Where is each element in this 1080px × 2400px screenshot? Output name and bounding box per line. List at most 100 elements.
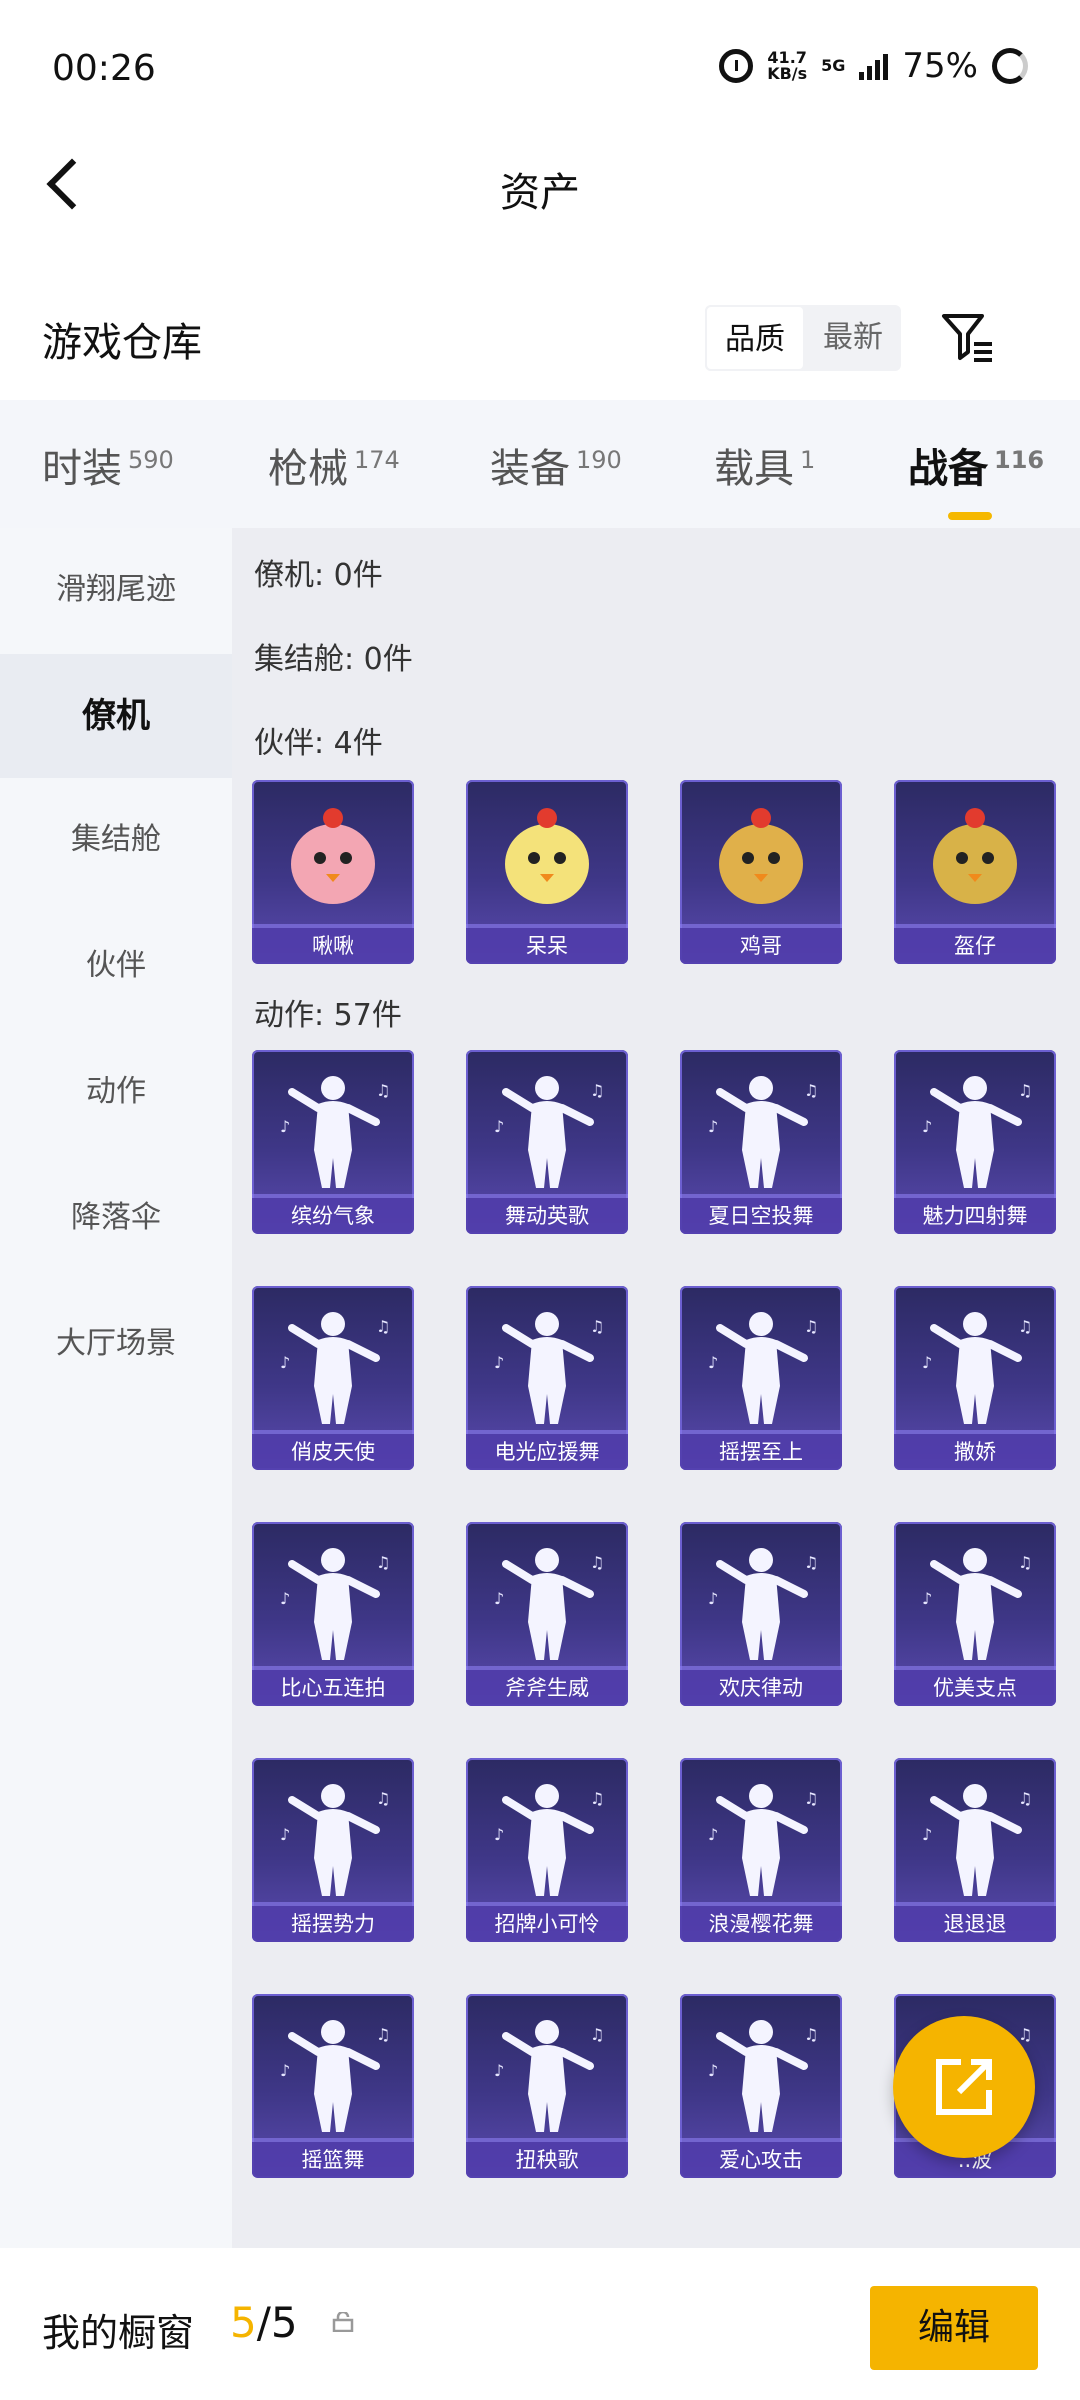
showcase-label: 我的橱窗 bbox=[42, 2311, 195, 2355]
tab-fashion[interactable]: 时装 590 bbox=[42, 436, 174, 494]
tab-vehicle[interactable]: 载具 1 bbox=[714, 436, 815, 494]
action-card[interactable]: ♪ ♫ 爱心攻击 bbox=[680, 1994, 842, 2178]
svg-text:♪: ♪ bbox=[280, 2061, 290, 2080]
filter-icon[interactable] bbox=[940, 312, 996, 364]
showcase-count-current: 5 bbox=[230, 2298, 257, 2347]
sidebar: 滑翔尾迹 僚机 集结舱 伙伴 动作 降落伞 大厅场景 bbox=[0, 528, 232, 2248]
action-card[interactable]: ♪ ♫ 摇摆至上 bbox=[680, 1286, 842, 1470]
svg-text:♫: ♫ bbox=[1018, 1553, 1032, 1572]
dance-figure-icon: ♪♫ bbox=[708, 1076, 818, 1188]
partner-figure-icon bbox=[933, 808, 1017, 904]
sidebar-item-wingman[interactable]: 僚机 bbox=[0, 654, 232, 778]
signal-icon bbox=[859, 52, 889, 80]
partner-card[interactable]: 啾啾 bbox=[252, 780, 414, 964]
svg-text:♫: ♫ bbox=[376, 1081, 390, 1100]
svg-text:♫: ♫ bbox=[1018, 1789, 1032, 1808]
share-fab[interactable] bbox=[893, 2016, 1035, 2158]
sort-quality-button[interactable]: 品质 bbox=[705, 305, 805, 371]
card-label: 啾啾 bbox=[252, 928, 414, 964]
edit-button[interactable]: 编辑 bbox=[870, 2286, 1038, 2370]
net-speed-unit: KB/s bbox=[767, 64, 808, 83]
card-label: 撒娇 bbox=[894, 1434, 1056, 1470]
tab-label: 载具 bbox=[714, 446, 794, 492]
card-label: 俏皮天使 bbox=[252, 1434, 414, 1470]
svg-text:♪: ♪ bbox=[708, 2061, 718, 2080]
dance-figure-icon: ♪♫ bbox=[280, 1076, 390, 1188]
partner-card[interactable]: 鸡哥 bbox=[680, 780, 842, 964]
sidebar-item-parachute[interactable]: 降落伞 bbox=[0, 1156, 232, 1280]
showcase-bar: 我的橱窗 5/5 编辑 bbox=[0, 2250, 1080, 2400]
action-card[interactable]: ♪ ♫ 招牌小可怜 bbox=[466, 1758, 628, 1942]
card-label: 斧斧生威 bbox=[466, 1670, 628, 1706]
tab-count: 1 bbox=[800, 445, 816, 474]
action-card[interactable]: ♪ ♫ 退退退 bbox=[894, 1758, 1056, 1942]
svg-text:♫: ♫ bbox=[804, 1789, 818, 1808]
dance-figure-icon: ♪♫ bbox=[280, 1548, 390, 1660]
group-partner-title: 伙伴: 4件 bbox=[254, 726, 383, 761]
status-icons: 41.7 KB/s 5G 75% bbox=[719, 46, 1028, 86]
tab-equipment[interactable]: 装备 190 bbox=[490, 436, 622, 494]
card-label: 扭秧歌 bbox=[466, 2142, 628, 2178]
action-card[interactable]: ♪ ♫ 欢庆律动 bbox=[680, 1522, 842, 1706]
svg-text:♪: ♪ bbox=[708, 1825, 718, 1844]
sidebar-item-action[interactable]: 动作 bbox=[0, 1030, 232, 1154]
action-card[interactable]: ♪ ♫ 撒娇 bbox=[894, 1286, 1056, 1470]
card-label: 呆呆 bbox=[466, 928, 628, 964]
battery-percent: 75% bbox=[902, 46, 978, 86]
tab-count: 190 bbox=[576, 445, 622, 474]
action-card[interactable]: ♪ ♫ 扭秧歌 bbox=[466, 1994, 628, 2178]
dance-figure-icon: ♪♫ bbox=[280, 1784, 390, 1896]
partner-card[interactable]: 呆呆 bbox=[466, 780, 628, 964]
action-card[interactable]: ♪ ♫ 舞动英歌 bbox=[466, 1050, 628, 1234]
partner-figure-icon bbox=[505, 808, 589, 904]
action-card[interactable]: ♪ ♫ 电光应援舞 bbox=[466, 1286, 628, 1470]
showcase-count-total: /5 bbox=[256, 2298, 298, 2347]
tab-label: 战备 bbox=[908, 446, 988, 492]
action-card[interactable]: ♪ ♫ 魅力四射舞 bbox=[894, 1050, 1056, 1234]
svg-text:♫: ♫ bbox=[804, 2025, 818, 2044]
sidebar-item-glide-trail[interactable]: 滑翔尾迹 bbox=[0, 528, 232, 652]
dance-figure-icon: ♪♫ bbox=[494, 1312, 604, 1424]
sort-latest-button[interactable]: 最新 bbox=[805, 305, 901, 371]
svg-text:♫: ♫ bbox=[1018, 2025, 1032, 2044]
tab-label: 枪械 bbox=[268, 446, 348, 492]
action-card[interactable]: ♪ ♫ 缤纷气象 bbox=[252, 1050, 414, 1234]
tab-count: 590 bbox=[128, 445, 174, 474]
card-label: 招牌小可怜 bbox=[466, 1906, 628, 1942]
dance-figure-icon: ♪♫ bbox=[494, 1548, 604, 1660]
action-card[interactable]: ♪ ♫ 比心五连拍 bbox=[252, 1522, 414, 1706]
svg-text:♪: ♪ bbox=[494, 1353, 504, 1372]
card-label: 摇摆至上 bbox=[680, 1434, 842, 1470]
sidebar-item-pod[interactable]: 集结舱 bbox=[0, 778, 232, 902]
card-label: 优美支点 bbox=[894, 1670, 1056, 1706]
status-time: 00:26 bbox=[52, 48, 156, 89]
svg-text:♪: ♪ bbox=[494, 1117, 504, 1136]
partner-figure-icon bbox=[719, 808, 803, 904]
card-label: 退退退 bbox=[894, 1906, 1056, 1942]
partner-card[interactable]: 盔仔 bbox=[894, 780, 1056, 964]
sidebar-item-partner[interactable]: 伙伴 bbox=[0, 904, 232, 1028]
action-card[interactable]: ♪ ♫ 优美支点 bbox=[894, 1522, 1056, 1706]
svg-text:♫: ♫ bbox=[376, 1789, 390, 1808]
tab-count: 174 bbox=[354, 445, 400, 474]
svg-text:♫: ♫ bbox=[376, 1553, 390, 1572]
svg-text:♪: ♪ bbox=[708, 1589, 718, 1608]
action-card[interactable]: ♪ ♫ 浪漫樱花舞 bbox=[680, 1758, 842, 1942]
action-card[interactable]: ♪ ♫ 摇摆势力 bbox=[252, 1758, 414, 1942]
warehouse-title: 游戏仓库 bbox=[42, 320, 202, 366]
dance-figure-icon: ♪♫ bbox=[494, 1076, 604, 1188]
svg-text:♪: ♪ bbox=[922, 1117, 932, 1136]
header: 资产 bbox=[0, 140, 1080, 230]
action-card[interactable]: ♪ ♫ 俏皮天使 bbox=[252, 1286, 414, 1470]
tab-readiness[interactable]: 战备 116 bbox=[908, 436, 1044, 520]
svg-text:♪: ♪ bbox=[922, 1589, 932, 1608]
tab-active-indicator bbox=[948, 512, 992, 520]
action-card[interactable]: ♪ ♫ 摇篮舞 bbox=[252, 1994, 414, 2178]
tab-guns[interactable]: 枪械 174 bbox=[268, 436, 400, 494]
action-card[interactable]: ♪ ♫ 斧斧生威 bbox=[466, 1522, 628, 1706]
card-label: 电光应援舞 bbox=[466, 1434, 628, 1470]
card-label: 摇摆势力 bbox=[252, 1906, 414, 1942]
item-content: 僚机: 0件 集结舱: 0件 伙伴: 4件 动作: 57件 啾啾 呆呆 鸡哥 盔仔 ♪ ♫… bbox=[232, 528, 1080, 2248]
sidebar-item-lobby-scene[interactable]: 大厅场景 bbox=[0, 1282, 232, 1406]
action-card[interactable]: ♪ ♫ 夏日空投舞 bbox=[680, 1050, 842, 1234]
